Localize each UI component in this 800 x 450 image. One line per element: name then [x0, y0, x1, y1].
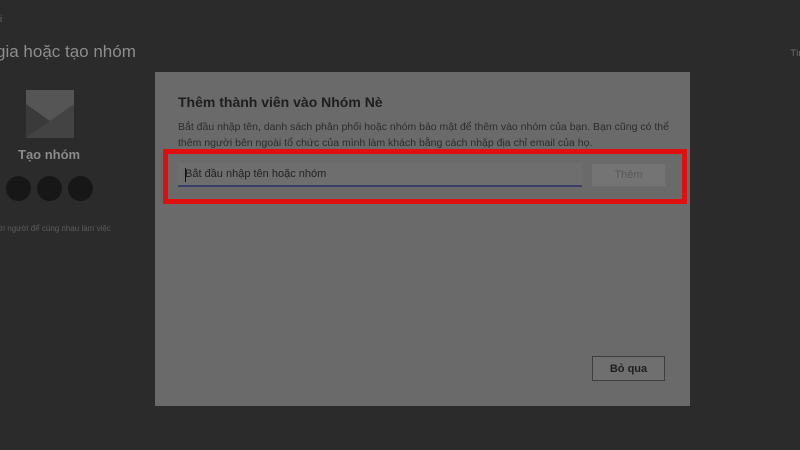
dialog-description: Bắt đầu nhập tên, danh sách phân phối ho… [178, 121, 669, 149]
add-member-row: Thêm [178, 163, 665, 188]
avatar [68, 176, 93, 201]
avatar [6, 176, 31, 201]
dialog-title: Thêm thành viên vào Nhóm Nè [178, 94, 383, 110]
create-team-label: Tạo nhóm [18, 147, 81, 162]
member-search-input[interactable] [178, 163, 582, 187]
add-button[interactable]: Thêm [592, 164, 665, 186]
add-members-dialog: Thêm thành viên vào Nhóm Nè Bắt đầu nhập… [155, 72, 690, 406]
search-link-fragment: Tìm [790, 48, 800, 58]
skip-button[interactable]: Bỏ qua [592, 356, 665, 381]
team-card-icon [26, 90, 74, 138]
team-card-description: ời người để cùng nhau làm việc [0, 224, 111, 233]
screen: i gia hoặc tạo nhóm Tìm Tạo nhóm ời ngườ… [0, 0, 800, 450]
page-title: gia hoặc tạo nhóm [0, 42, 136, 61]
background-fragment-text: i [0, 14, 2, 24]
avatar-group [6, 176, 93, 201]
text-cursor [185, 168, 186, 182]
avatar [37, 176, 62, 201]
